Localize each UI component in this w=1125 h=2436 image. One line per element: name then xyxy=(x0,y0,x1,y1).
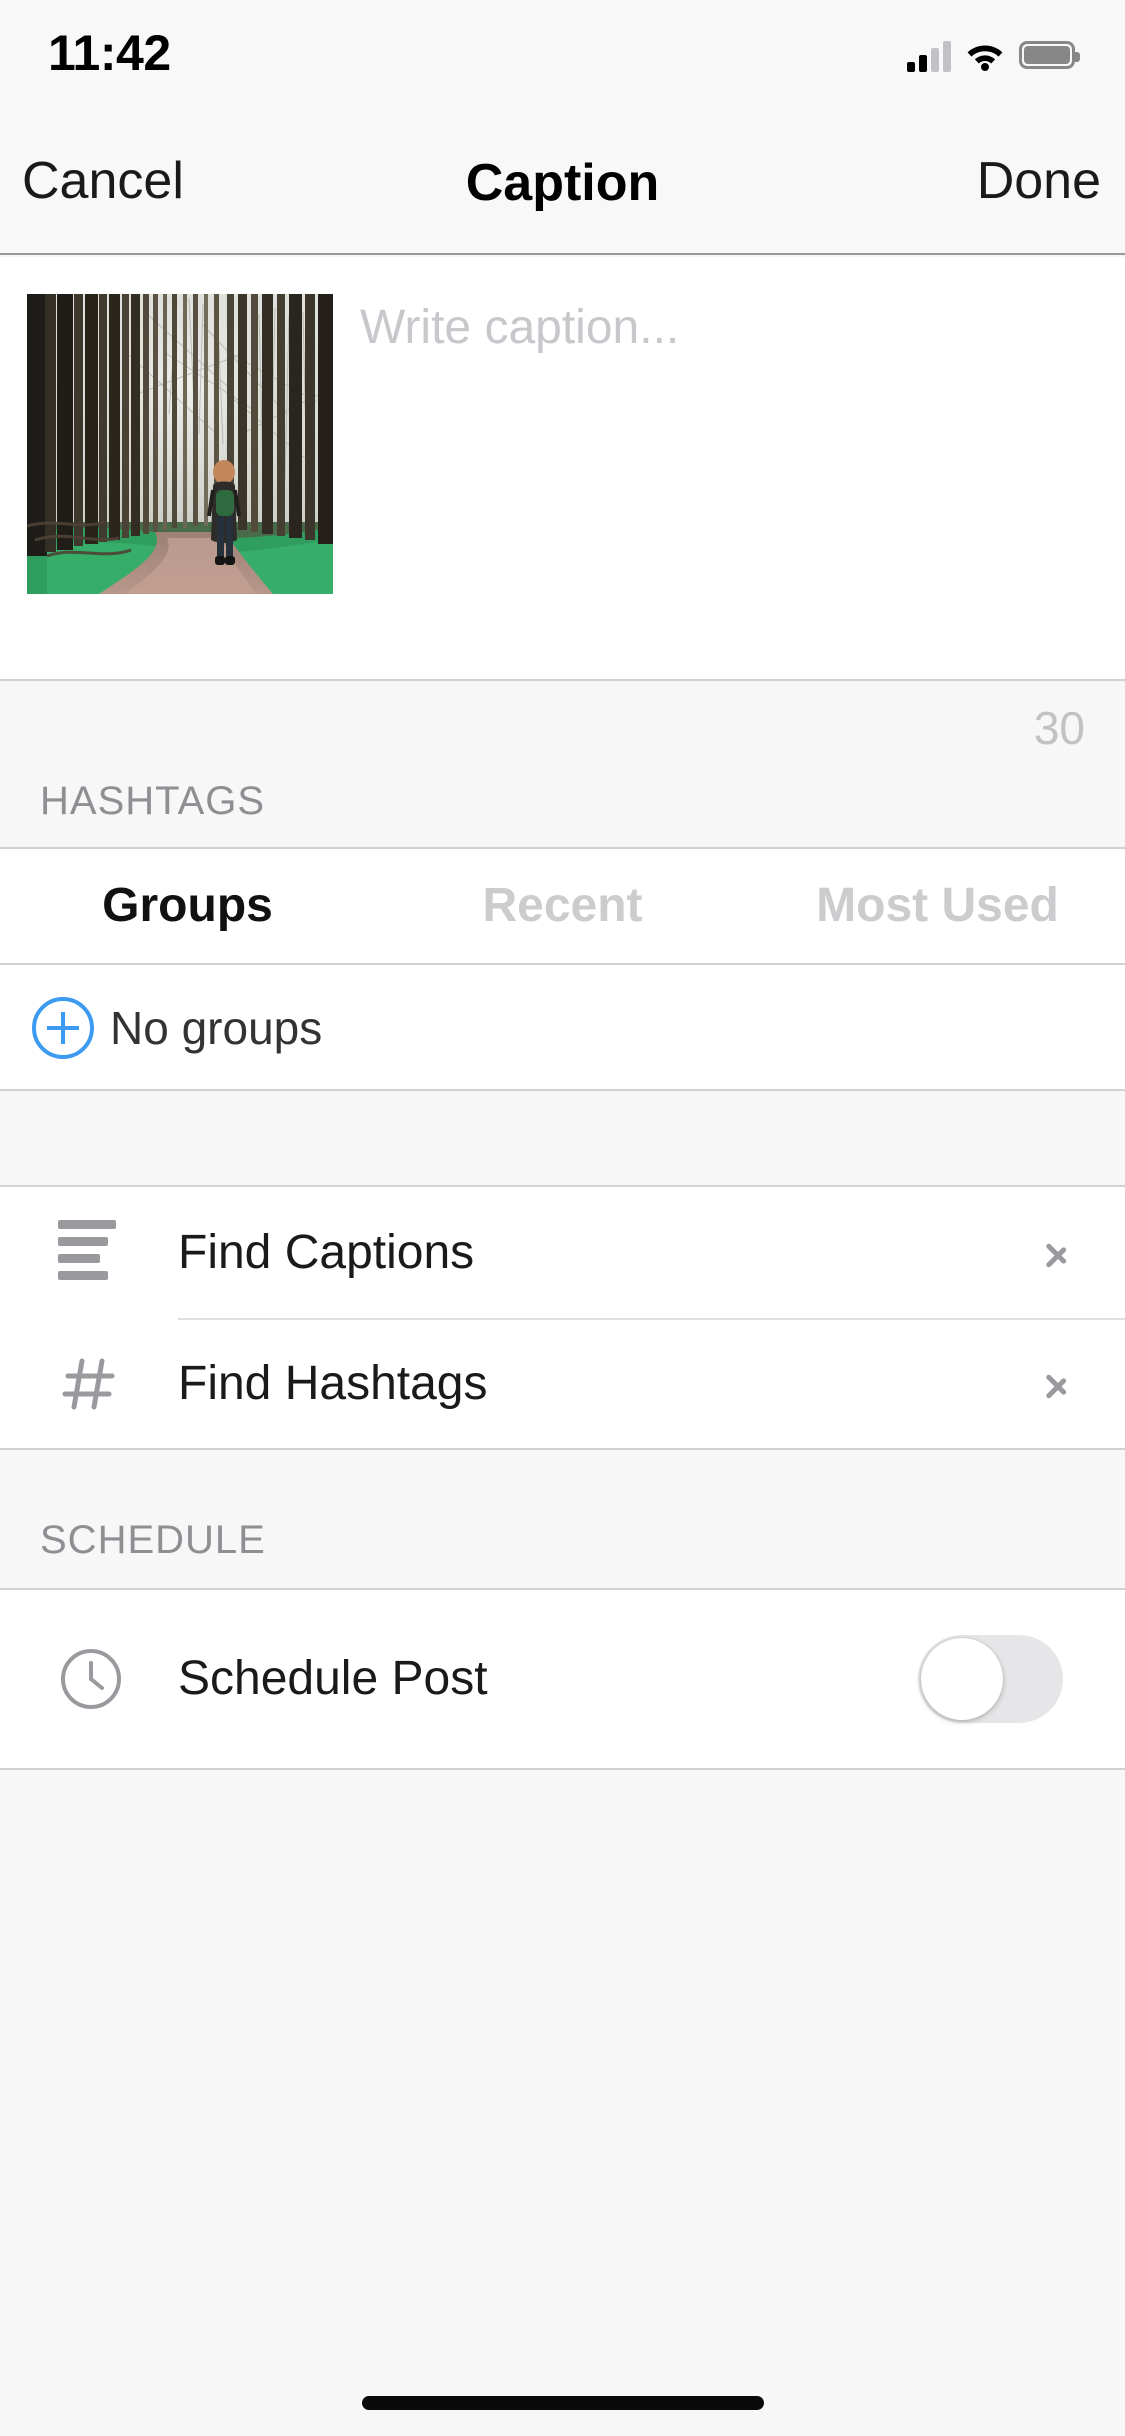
status-bar-indicators xyxy=(907,28,1080,82)
schedule-post-label: Schedule Post xyxy=(178,1652,488,1705)
schedule-post-toggle[interactable] xyxy=(918,1635,1063,1723)
hashtags-section-header: 30 HASHTAGS xyxy=(0,679,1125,849)
find-hashtags-label: Find Hashtags xyxy=(178,1356,488,1410)
clock-icon xyxy=(58,1646,124,1712)
caption-input[interactable]: Write caption... xyxy=(360,297,1085,359)
home-indicator-bar[interactable] xyxy=(361,2396,764,2410)
page-title: Caption xyxy=(465,154,660,212)
bottom-filler xyxy=(0,1772,1125,2436)
find-menu: Find Captions Find Hashtags xyxy=(0,1187,1125,1450)
wifi-icon xyxy=(964,39,1006,71)
tab-groups[interactable]: Groups xyxy=(0,876,375,936)
find-hashtags-row[interactable]: Find Hashtags xyxy=(0,1318,1125,1449)
navigation-bar: Cancel Caption Done xyxy=(0,110,1125,255)
photo-thumbnail[interactable] xyxy=(27,294,333,594)
chevron-right-icon xyxy=(1045,1365,1067,1403)
add-group-row[interactable]: No groups xyxy=(0,965,1125,1091)
caption-section: Write caption... xyxy=(0,257,1125,679)
text-lines-icon xyxy=(58,1219,124,1286)
toggle-knob xyxy=(921,1638,1003,1720)
no-groups-label: No groups xyxy=(110,1002,323,1054)
hashtags-section-label: HASHTAGS xyxy=(40,779,266,823)
find-captions-row[interactable]: Find Captions xyxy=(0,1187,1125,1318)
find-captions-label: Find Captions xyxy=(178,1225,475,1279)
done-button[interactable]: Done xyxy=(977,148,1101,214)
plus-circle-icon[interactable] xyxy=(32,997,94,1059)
tab-recent[interactable]: Recent xyxy=(375,876,750,936)
schedule-post-row[interactable]: Schedule Post xyxy=(0,1590,1125,1770)
app-screen: 11:42 Cancel Caption Done Write caption.… xyxy=(0,0,1125,2436)
status-bar-time: 11:42 xyxy=(48,25,171,81)
battery-full-icon xyxy=(1019,41,1080,69)
section-gap-1 xyxy=(0,1091,1125,1187)
chevron-right-icon xyxy=(1045,1234,1067,1272)
status-bar: 11:42 xyxy=(0,0,1125,110)
hashtag-tabs: Groups Recent Most Used xyxy=(0,849,1125,965)
hashtag-counter: 30 xyxy=(1033,702,1085,754)
hashtag-icon xyxy=(58,1351,124,1417)
tab-most-used[interactable]: Most Used xyxy=(750,876,1125,936)
cellular-signal-icon xyxy=(907,38,951,72)
schedule-section-header: SCHEDULE xyxy=(0,1450,1125,1590)
schedule-section-label: SCHEDULE xyxy=(40,1518,266,1562)
